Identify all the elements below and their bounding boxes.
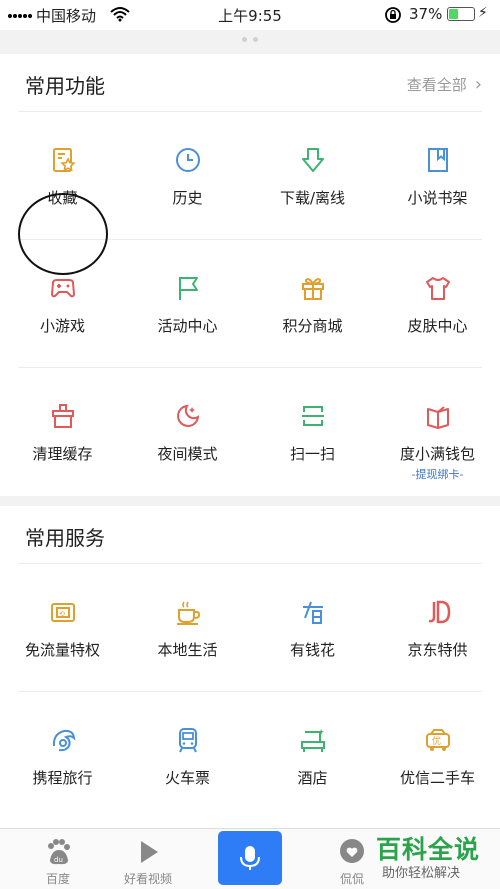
scan-icon [301, 406, 324, 426]
gift-icon [301, 278, 324, 300]
money-glyph-icon [302, 601, 323, 624]
broom-icon [51, 404, 74, 428]
jd-logo-icon [428, 600, 450, 624]
charging-icon: ⚡ [478, 5, 488, 21]
grid-item-label: 小游戏 [39, 317, 85, 335]
grid-item[interactable]: 有钱花 [250, 564, 375, 692]
common-services-header: 常用服务 [18, 506, 482, 564]
grid-item[interactable]: 历史 [125, 112, 250, 240]
grid-item-label: 携程旅行 [32, 769, 93, 787]
watermark-title: 百科全说 [376, 835, 481, 864]
grid-item[interactable]: 本地生活 [125, 564, 250, 692]
tshirt-icon [425, 277, 450, 300]
grid-item-label: 京东特供 [407, 641, 468, 659]
favorite-doc-icon [52, 148, 76, 172]
view-all-label: 查看全部 [406, 76, 467, 94]
clock-icon [175, 148, 200, 172]
grid-item-sublabel[interactable]: -提现绑卡- [412, 466, 464, 482]
grid-item-label: 下载/离线 [279, 189, 346, 207]
grid-item-label: 火车票 [164, 769, 210, 787]
flag-icon [178, 277, 198, 300]
chevron-right-icon: › [474, 74, 482, 95]
grid-item-label: 扫一扫 [289, 445, 335, 463]
grid-item-label: 免流量特权 [24, 641, 100, 659]
play-icon [133, 837, 163, 867]
grid-item[interactable]: 酒店 [250, 692, 375, 820]
battery-icon [447, 7, 475, 21]
grid-item-label: 积分商城 [282, 317, 343, 335]
coffee-cup-icon [176, 601, 200, 625]
dolphin-icon [52, 729, 75, 752]
grid-item[interactable]: 火车票 [125, 692, 250, 820]
common-functions-card: 常用功能 查看全部 › 收藏 历史 下载/离线 小说书架 小游戏 活动中心 积分商城 皮肤中心清… [0, 54, 500, 496]
microphone-button[interactable] [218, 831, 282, 885]
moon-icon [176, 404, 199, 427]
grid-row: ⟲ 免流量特权 本地生活 有钱花 京东特供 [0, 564, 500, 692]
common-services-grid: ⟲ 免流量特权 本地生活 有钱花 京东特供携程旅行 火车票 酒店 优优信二手车 [0, 564, 500, 820]
view-all-link[interactable]: 查看全部 › [407, 74, 482, 95]
grid-item[interactable]: 夜间模式 [125, 368, 250, 496]
bed-icon [300, 729, 325, 752]
section-title: 常用功能 [25, 74, 105, 98]
grid-item-label: 优信二手车 [399, 769, 475, 787]
grid-item-label: 皮肤中心 [407, 317, 468, 335]
watermark-logo: 百科全说 助你轻松解决 [374, 828, 500, 889]
grid-item[interactable]: 清理缓存 [0, 368, 125, 496]
paw-icon: du [43, 837, 73, 867]
grid-item-label: 本地生活 [157, 641, 218, 659]
voice-search-button[interactable] [218, 829, 282, 889]
chat-heart-icon [337, 837, 367, 867]
svg-text:du: du [54, 856, 63, 864]
tab-label: 百度 [45, 872, 70, 886]
data-card-icon: ⟲ [50, 603, 75, 622]
common-functions-header: 常用功能 查看全部 › [18, 54, 482, 112]
grid-item[interactable]: 京东特供 [375, 564, 500, 692]
grid-item[interactable]: 活动中心 [125, 240, 250, 368]
car-deal-icon: 优 [425, 729, 450, 751]
svg-text:优: 优 [432, 735, 441, 747]
common-functions-grid: 收藏 历史 下载/离线 小说书架 小游戏 活动中心 积分商城 皮肤中心 清理缓存 夜间模式 扫一扫度… [0, 112, 500, 496]
svg-text:⟲: ⟲ [59, 610, 65, 618]
watermark-subtitle: 助你轻松解决 [382, 866, 461, 881]
grid-item-label: 小说书架 [407, 189, 468, 207]
status-bar: 中国移动 上午9:55 37% ⚡ [0, 0, 500, 30]
tab-haokan-video[interactable]: 好看视频 [98, 829, 198, 889]
grid-item-label: 有钱花 [289, 641, 335, 659]
page-indicator [0, 27, 500, 46]
wallet-icon [426, 406, 449, 429]
grid-item[interactable]: 下载/离线 [250, 112, 375, 240]
grid-item[interactable]: 积分商城 [250, 240, 375, 368]
section-title: 常用服务 [25, 526, 105, 550]
grid-item[interactable]: ⟲ 免流量特权 [0, 564, 125, 692]
grid-item-label: 历史 [172, 189, 203, 207]
bookmark-book-icon [427, 148, 448, 172]
grid-item-label: 活动中心 [157, 317, 218, 335]
train-icon [178, 728, 197, 753]
grid-item[interactable]: 皮肤中心 [375, 240, 500, 368]
annotation-circle [18, 193, 108, 275]
grid-item[interactable]: 度小满钱包 -提现绑卡- [375, 368, 500, 496]
grid-item[interactable]: 扫一扫 [250, 368, 375, 496]
rotation-lock-icon [384, 6, 402, 28]
download-arrow-icon [301, 148, 324, 172]
grid-item[interactable]: 优优信二手车 [375, 692, 500, 820]
grid-item-label: 清理缓存 [32, 445, 93, 463]
tab-baidu[interactable]: du 百度 [8, 829, 108, 889]
tab-label: 好看视频 [123, 872, 172, 886]
microphone-icon [240, 846, 260, 870]
grid-item[interactable]: 小说书架 [375, 112, 500, 240]
grid-item[interactable]: 携程旅行 [0, 692, 125, 820]
gamepad-icon [50, 279, 75, 298]
grid-item-label: 度小满钱包 [399, 445, 475, 463]
grid-row: 携程旅行 火车票 酒店 优优信二手车 [0, 692, 500, 820]
grid-item-label: 夜间模式 [157, 445, 218, 463]
grid-item-label: 酒店 [297, 769, 328, 787]
battery-percent: 37% [409, 5, 443, 23]
grid-row: 清理缓存 夜间模式 扫一扫 度小满钱包 -提现绑卡- [0, 368, 500, 496]
common-services-card: 常用服务 ⟲ 免流量特权 本地生活 有钱花 京东特供携程旅行 火车票 酒店 优优信二手车 [0, 506, 500, 828]
